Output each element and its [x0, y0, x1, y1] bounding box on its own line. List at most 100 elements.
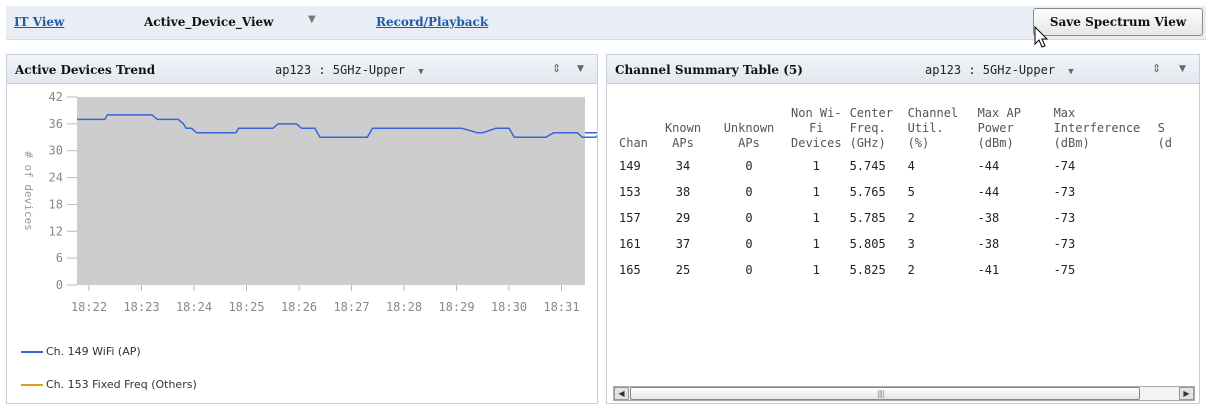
table-cell: -38: [977, 211, 1000, 225]
y-tick-label: 6: [56, 251, 63, 265]
table-cell: 157: [619, 211, 641, 225]
sort-icon[interactable]: ⇕: [552, 62, 561, 75]
panel-menu-icon[interactable]: ▼: [577, 64, 584, 74]
y-tick-label: 0: [56, 278, 63, 292]
channel-radio-selector[interactable]: ap123 : 5GHz-Upper ▼: [925, 63, 1074, 77]
plot-area: [77, 97, 585, 285]
table-row[interactable]: 153 38 0 1 5.765 5 -44 -73: [615, 179, 1184, 205]
save-spectrum-view-button[interactable]: Save Spectrum View: [1033, 8, 1203, 36]
table-cell: -38: [977, 237, 1000, 251]
table-cell: -74: [1053, 159, 1076, 173]
y-axis-label: # of devices: [22, 151, 35, 230]
table-cell: 5.765: [849, 185, 886, 199]
horizontal-scrollbar[interactable]: ◀ |||| ▶: [613, 386, 1195, 401]
table-row[interactable]: 161 37 0 1 5.805 3 -38 -73: [615, 231, 1184, 257]
y-tick-label: 36: [49, 117, 63, 131]
table-cell: 1: [812, 237, 820, 251]
column-header[interactable]: Max Interference (dBm): [1050, 89, 1154, 153]
table-header-row: Chan Known APs Unknown APs Non Wi-Fi Device…: [615, 89, 1184, 153]
table-cell: -73: [1053, 185, 1076, 199]
table-cell: -75: [1053, 263, 1076, 277]
column-header[interactable]: Unknown APs: [711, 89, 787, 153]
legend-label: Ch. 149 WiFi (AP): [46, 345, 141, 358]
column-header[interactable]: Channel Util. (%): [904, 89, 974, 153]
table-cell: 37: [675, 237, 691, 251]
legend-label: Ch. 153 Fixed Freq (Others): [46, 378, 197, 391]
channel-panel-title: Channel Summary Table (5): [615, 63, 803, 77]
x-tick-label: 18:24: [176, 300, 212, 314]
table-cell: [1154, 257, 1184, 283]
x-tick-label: 18:29: [438, 300, 474, 314]
table-cell: -73: [1053, 237, 1076, 251]
column-header[interactable]: Max AP Power (dBm): [974, 89, 1050, 153]
table-row[interactable]: 165 25 0 1 5.825 2 -41 -75: [615, 257, 1184, 283]
table-cell: 25: [675, 263, 691, 277]
x-tick-label: 18:31: [543, 300, 579, 314]
channel-panel-header: Channel Summary Table (5) ap123 : 5GHz-U…: [607, 55, 1199, 84]
column-header[interactable]: S (d: [1154, 89, 1184, 153]
column-header[interactable]: Known APs: [655, 89, 711, 153]
mouse-cursor-icon: [1034, 26, 1049, 48]
table-cell: [1154, 153, 1184, 179]
table-cell: [1154, 205, 1184, 231]
legend-swatch: [21, 351, 43, 353]
legend-item-ch153[interactable]: Ch. 153 Fixed Freq (Others): [21, 378, 197, 391]
table-cell: -41: [977, 263, 1000, 277]
y-axis-title: # of devices: [22, 151, 35, 230]
table-cell: 0: [745, 211, 753, 225]
legend-item-ch149[interactable]: Ch. 149 WiFi (AP): [21, 345, 141, 358]
table-cell: 0: [745, 263, 753, 277]
record-playback-link[interactable]: Record/Playback: [376, 15, 488, 29]
y-tick-label: 42: [49, 90, 63, 104]
table-cell: 0: [745, 159, 753, 173]
scroll-right-icon[interactable]: ▶: [1179, 387, 1194, 400]
table-cell: 5.785: [849, 211, 886, 225]
trend-radio-selector[interactable]: ap123 : 5GHz-Upper ▼: [275, 63, 424, 77]
table-cell: 3: [907, 237, 915, 251]
x-tick-label: 18:22: [71, 300, 107, 314]
column-header[interactable]: Center Freq. (GHz): [846, 89, 904, 153]
channel-summary-table: Chan Known APs Unknown APs Non Wi-Fi Device…: [615, 89, 1184, 283]
table-row[interactable]: 157 29 0 1 5.785 2 -38 -73: [615, 205, 1184, 231]
x-tick-label: 18:25: [228, 300, 264, 314]
table-cell: 1: [812, 263, 820, 277]
scrollbar-thumb[interactable]: ||||: [630, 387, 1140, 400]
table-cell: 161: [619, 237, 641, 251]
table-cell: 2: [907, 211, 915, 225]
x-tick-label: 18:30: [491, 300, 527, 314]
table-cell: 29: [675, 211, 691, 225]
column-header[interactable]: Chan: [615, 89, 655, 153]
column-header[interactable]: Non Wi-Fi Devices: [787, 89, 846, 153]
table-cell: 1: [812, 211, 820, 225]
scroll-left-icon[interactable]: ◀: [614, 387, 629, 400]
y-tick-label: 24: [49, 171, 63, 185]
table-cell: 34: [675, 159, 691, 173]
it-view-link[interactable]: IT View: [14, 15, 64, 29]
table-cell: 4: [907, 159, 915, 173]
table-cell: 0: [745, 237, 753, 251]
table-cell: 5.825: [849, 263, 886, 277]
table-cell: [1154, 231, 1184, 257]
legend-swatch: [21, 384, 43, 386]
table-cell: 149: [619, 159, 641, 173]
top-toolbar: IT View Active_Device_View ▼ Record/Play…: [0, 0, 1212, 48]
trend-panel-title: Active Devices Trend: [15, 63, 156, 77]
table-row[interactable]: 149 34 0 1 5.745 4 -44 -74: [615, 153, 1184, 179]
table-cell: 38: [675, 185, 691, 199]
x-tick-label: 18:28: [386, 300, 422, 314]
y-tick-label: 18: [49, 197, 63, 211]
sort-icon[interactable]: ⇕: [1152, 62, 1161, 75]
active-view-label[interactable]: Active_Device_View: [144, 15, 273, 29]
active-devices-trend-panel: Active Devices Trend ap123 : 5GHz-Upper …: [6, 54, 598, 404]
table-cell: 5: [907, 185, 915, 199]
trend-panel-header: Active Devices Trend ap123 : 5GHz-Upper …: [7, 55, 597, 84]
table-cell: 2: [907, 263, 915, 277]
table-cell: 0: [745, 185, 753, 199]
view-dropdown-icon[interactable]: ▼: [308, 14, 316, 25]
trend-radio-label: ap123 : 5GHz-Upper: [275, 63, 406, 77]
chevron-down-icon: ▼: [418, 67, 424, 77]
table-cell: 5.805: [849, 237, 886, 251]
panel-menu-icon[interactable]: ▼: [1179, 64, 1186, 74]
table-cell: -44: [977, 159, 1000, 173]
table-cell: -73: [1053, 211, 1076, 225]
